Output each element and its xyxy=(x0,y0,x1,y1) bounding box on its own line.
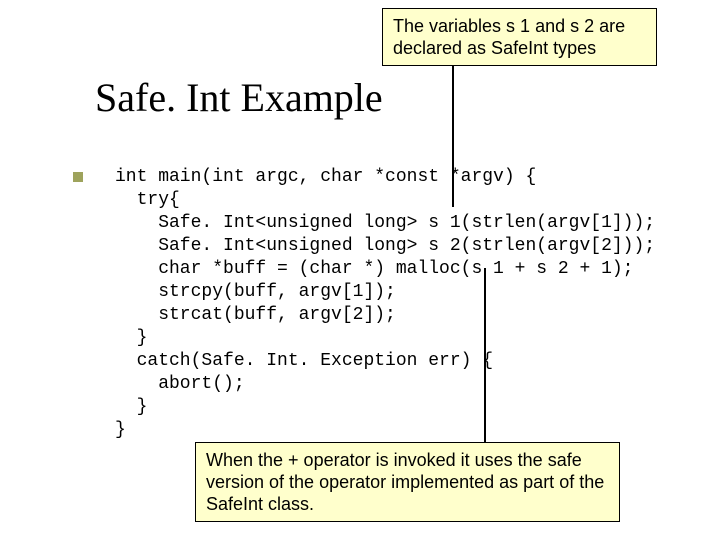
connector-line-bottom xyxy=(484,268,486,443)
callout-bottom: When the + operator is invoked it uses t… xyxy=(195,442,620,522)
bullet-icon xyxy=(73,172,83,182)
callout-top: The variables s 1 and s 2 are declared a… xyxy=(382,8,657,66)
code-block: int main(int argc, char *const *argv) { … xyxy=(115,166,655,442)
slide: Safe. Int Example int main(int argc, cha… xyxy=(0,0,720,540)
connector-line-top xyxy=(452,60,454,207)
page-title: Safe. Int Example xyxy=(95,74,383,121)
